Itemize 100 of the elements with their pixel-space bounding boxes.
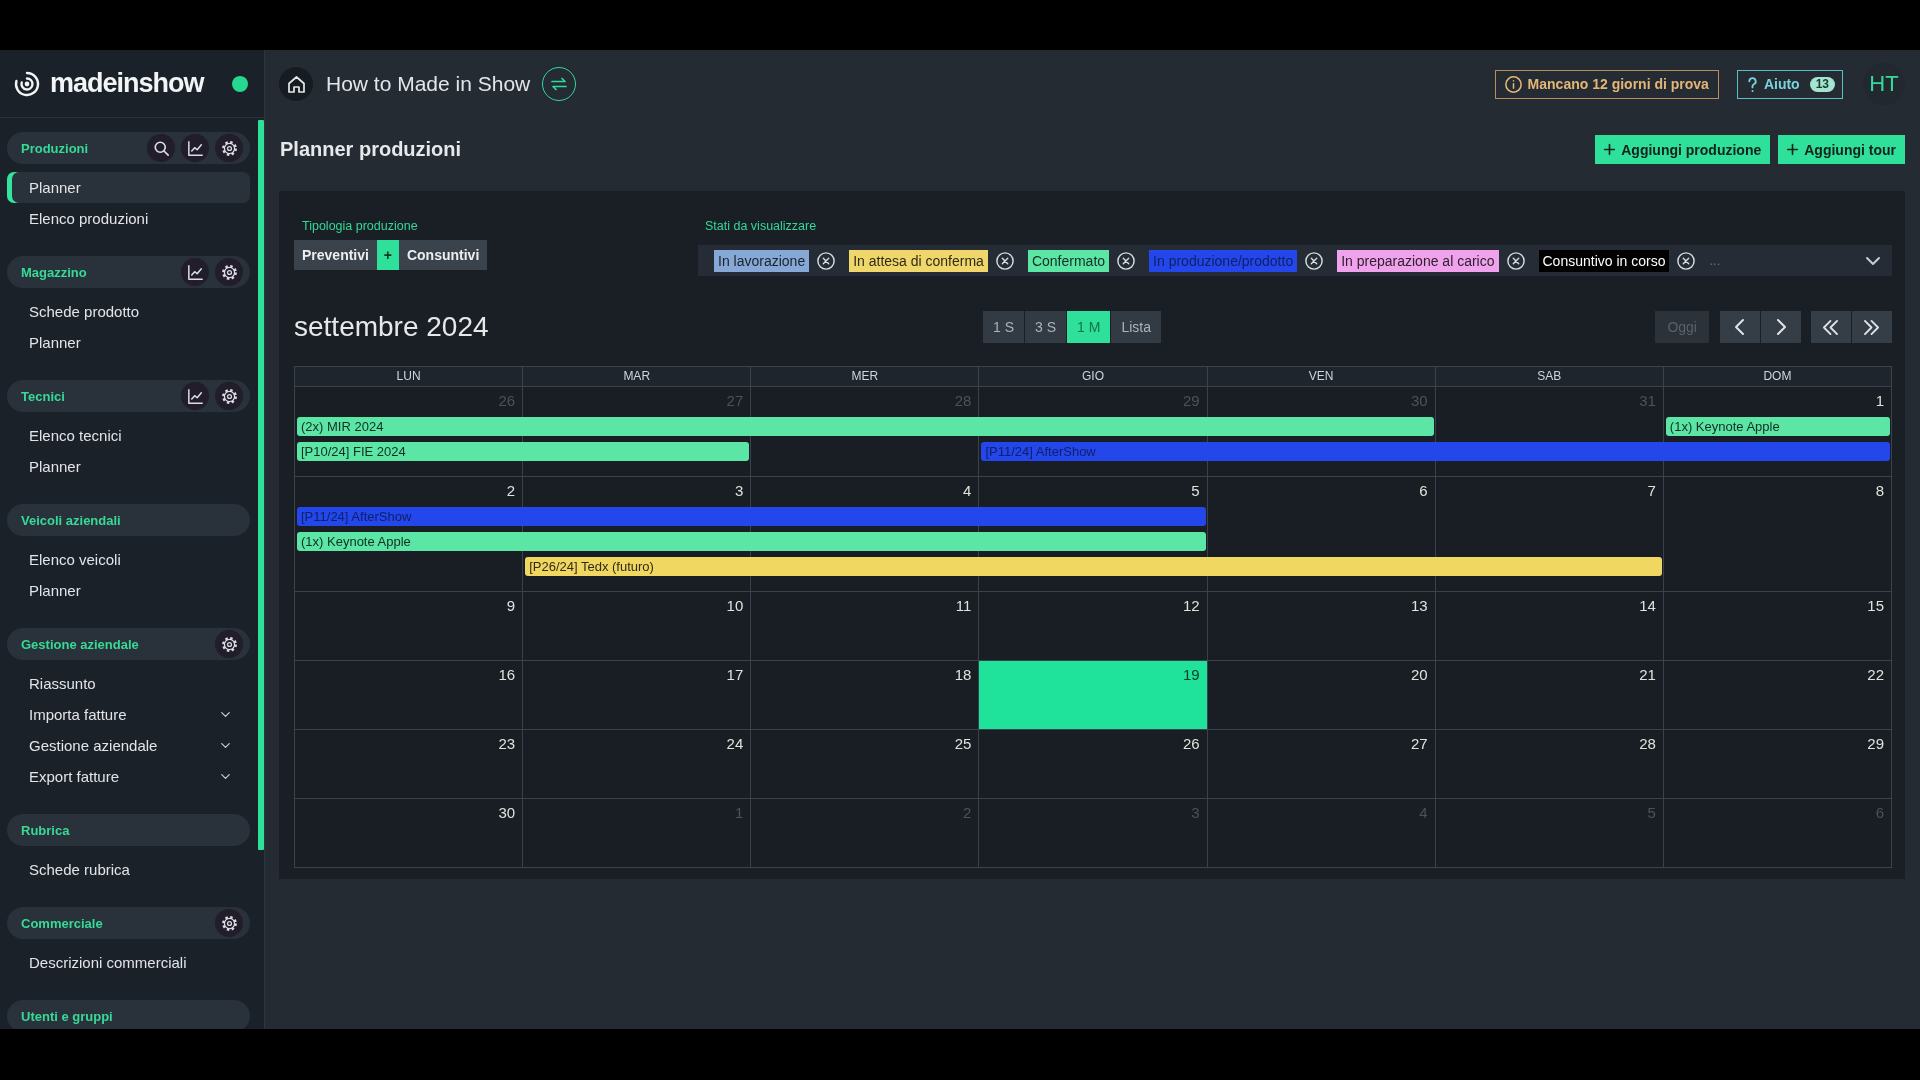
nav-item[interactable]: Export fatture: [7, 761, 250, 792]
day-number: 12: [1182, 597, 1200, 615]
home-button[interactable]: [279, 67, 313, 101]
nav-item[interactable]: Gestione aziendale: [7, 730, 250, 761]
nav-item[interactable]: Riassunto: [7, 668, 250, 699]
chart-button[interactable]: [181, 382, 209, 410]
day-number: 5: [1191, 482, 1200, 500]
scrollbar-thumb[interactable]: [258, 120, 264, 850]
section-title: Veicoli aziendali: [21, 512, 121, 528]
search-button[interactable]: [147, 134, 175, 162]
double-chevron-right-icon: [1863, 319, 1881, 335]
section-header[interactable]: Magazzino: [7, 256, 250, 288]
nav-item[interactable]: Descrizioni commerciali: [7, 947, 250, 978]
day-number: 30: [498, 804, 516, 822]
chart-icon: [187, 264, 203, 280]
chevron-down-icon: [221, 712, 230, 717]
join-toggle[interactable]: +: [376, 240, 399, 270]
view-tab[interactable]: 1 M: [1067, 311, 1111, 343]
status-filter-field[interactable]: In lavorazione In attesa di conferma Confermato In produzione/prodotto In preparazione al carico Consuntivo in corso ...: [698, 245, 1892, 276]
chevron-down-icon[interactable]: [1866, 256, 1880, 265]
chevron-left-icon: [1735, 319, 1745, 335]
day-number: 4: [963, 482, 972, 500]
settings-button[interactable]: [215, 134, 243, 162]
chart-button[interactable]: [181, 258, 209, 286]
settings-button[interactable]: [215, 630, 243, 658]
remove-icon[interactable]: [1117, 251, 1136, 270]
chevron-down-icon: [221, 774, 230, 779]
event-bar[interactable]: [P10/24] FIE 2024: [297, 442, 750, 461]
segment-button[interactable]: Preventivi: [294, 240, 377, 270]
nav-item[interactable]: Planner: [7, 172, 250, 203]
help-button[interactable]: Aiuto 13: [1736, 69, 1843, 99]
trial-button[interactable]: Mancano 12 giorni di prova: [1494, 69, 1719, 99]
page-title: Planner produzioni: [280, 138, 462, 161]
settings-icon: [221, 915, 237, 931]
chevron-down-icon: [221, 743, 230, 748]
remove-icon[interactable]: [995, 251, 1014, 270]
settings-button[interactable]: [215, 258, 243, 286]
event-bar[interactable]: [P26/24] Tedx (futuro): [525, 557, 1662, 576]
remove-icon[interactable]: [1506, 251, 1525, 270]
segment-button[interactable]: Consuntivi: [398, 240, 488, 270]
event-bar[interactable]: (1x) Keynote Apple: [1665, 417, 1890, 436]
next-button[interactable]: [1761, 311, 1801, 343]
section-header[interactable]: Commerciale: [7, 907, 250, 939]
nav-item[interactable]: Planner: [7, 575, 250, 606]
chart-icon: [187, 140, 203, 156]
section-header[interactable]: Veicoli aziendali: [7, 504, 250, 536]
nav-item[interactable]: Elenco veicoli: [7, 544, 250, 575]
remove-icon[interactable]: [817, 251, 836, 270]
day-number: 11: [955, 597, 972, 615]
nav-item[interactable]: Planner: [7, 327, 250, 358]
day-number: 9: [506, 597, 516, 615]
nav-item[interactable]: Schede rubrica: [7, 854, 250, 885]
section-title: Utenti e gruppi: [21, 1008, 113, 1024]
skip-back-button[interactable]: [1811, 311, 1851, 343]
logo-text: madeinshow: [50, 68, 204, 99]
remove-icon[interactable]: [1305, 251, 1324, 270]
section-title: Produzioni: [21, 140, 89, 156]
skip-forward-button[interactable]: [1852, 311, 1892, 343]
previous-button[interactable]: [1720, 311, 1760, 343]
view-tab[interactable]: 3 S: [1025, 311, 1067, 343]
add-button[interactable]: Aggiungi tour: [1778, 135, 1905, 164]
remove-icon[interactable]: [1677, 251, 1696, 270]
event-bar[interactable]: (1x) Keynote Apple: [297, 532, 1206, 551]
nav-item[interactable]: Planner: [7, 451, 250, 482]
view-tab[interactable]: Lista: [1111, 311, 1161, 343]
day-number: 27: [1411, 735, 1428, 753]
section-header[interactable]: Utenti e gruppi: [7, 1000, 250, 1029]
add-button[interactable]: Aggiungi produzione: [1595, 135, 1771, 164]
day-number: 6: [1419, 482, 1428, 500]
day-number: 21: [1639, 666, 1656, 684]
user-avatar[interactable]: HT: [1863, 63, 1905, 105]
info-icon: [1504, 75, 1522, 93]
day-number: 23: [498, 735, 516, 753]
settings-button[interactable]: [215, 909, 243, 937]
view-tab[interactable]: 1 S: [983, 311, 1025, 343]
section-header[interactable]: Tecnici: [7, 380, 250, 412]
weekday-header: SAB: [1435, 367, 1664, 386]
day-number: 28: [1639, 735, 1656, 753]
day-number: 10: [726, 597, 744, 615]
filter-label: Tipologia produzione: [302, 219, 418, 233]
day-number: 25: [954, 735, 972, 753]
logo-icon: [14, 70, 40, 97]
month-title: settembre 2024: [294, 311, 489, 343]
settings-button[interactable]: [215, 382, 243, 410]
section-header[interactable]: Gestione aziendale: [7, 628, 250, 660]
day-number: 18: [954, 666, 972, 684]
section-title: Commerciale: [21, 915, 103, 931]
nav-item[interactable]: Elenco tecnici: [7, 420, 250, 451]
section-header[interactable]: Produzioni: [7, 132, 250, 164]
search-icon: [153, 140, 169, 156]
nav-item[interactable]: Elenco produzioni: [7, 203, 250, 234]
section-title: Tecnici: [21, 388, 65, 404]
settings-icon: [221, 636, 237, 652]
nav-item[interactable]: Importa fatture: [7, 699, 250, 730]
plus-icon: [1787, 144, 1799, 155]
nav-item[interactable]: Schede prodotto: [7, 296, 250, 327]
settings-icon: [221, 264, 237, 280]
section-header[interactable]: Rubrica: [7, 814, 250, 846]
chart-button[interactable]: [181, 134, 209, 162]
event-bar[interactable]: (2x) MIR 2024: [297, 417, 1434, 436]
